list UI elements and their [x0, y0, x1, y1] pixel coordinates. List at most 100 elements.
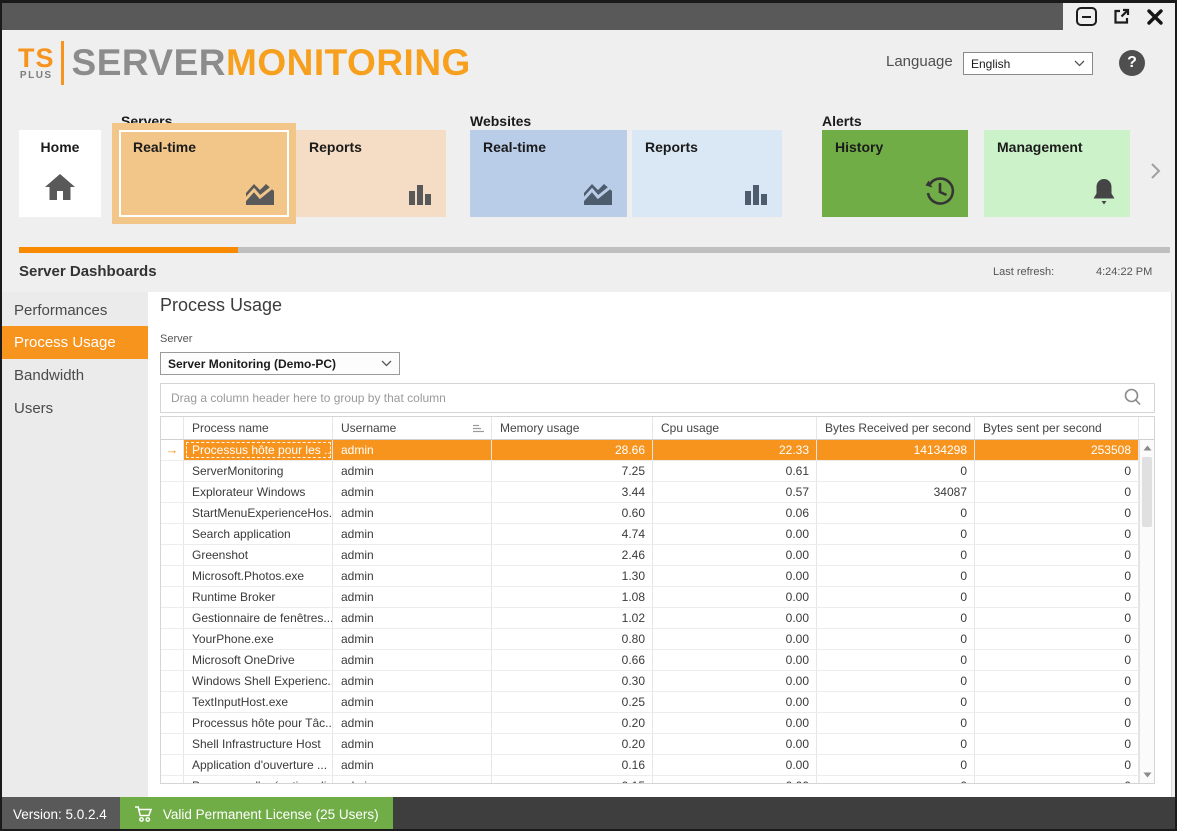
- cell-bytes-sent[interactable]: 0: [975, 692, 1139, 712]
- tab-home[interactable]: Home: [19, 130, 101, 217]
- cell-process-name[interactable]: ServerMonitoring: [184, 461, 333, 481]
- cell-process-name[interactable]: Windows Shell Experienc...: [184, 671, 333, 691]
- cell-memory-usage[interactable]: 3.44: [492, 482, 653, 502]
- cell-cpu-usage[interactable]: 0.00: [653, 755, 817, 775]
- tab-servers-reports[interactable]: Reports: [296, 130, 446, 217]
- cell-username[interactable]: admin: [333, 503, 492, 523]
- cell-memory-usage[interactable]: 0.20: [492, 713, 653, 733]
- column-header-username[interactable]: Username: [333, 417, 492, 439]
- cell-username[interactable]: admin: [333, 587, 492, 607]
- table-row[interactable]: →Processus hôte pour les ...admin28.6622…: [161, 440, 1154, 461]
- cell-process-name[interactable]: Microsoft.Photos.exe: [184, 566, 333, 586]
- cell-process-name[interactable]: Gestionnaire de fenêtres...: [184, 608, 333, 628]
- tab-alerts-history[interactable]: History: [822, 130, 968, 217]
- table-row[interactable]: Shell Infrastructure Hostadmin0.200.0000: [161, 734, 1154, 755]
- group-by-drop-area[interactable]: Drag a column header here to group by th…: [160, 383, 1155, 413]
- cell-bytes-received[interactable]: 14134298: [817, 440, 975, 460]
- cell-memory-usage[interactable]: 0.60: [492, 503, 653, 523]
- cell-bytes-received[interactable]: 0: [817, 692, 975, 712]
- cell-process-name[interactable]: Processus hôte pour Tâc...: [184, 713, 333, 733]
- column-header-bytes-received[interactable]: Bytes Received per second: [817, 417, 975, 439]
- cell-username[interactable]: admin: [333, 461, 492, 481]
- cell-bytes-sent[interactable]: 0: [975, 566, 1139, 586]
- table-row[interactable]: Explorateur Windowsadmin3.440.57340870: [161, 482, 1154, 503]
- cell-bytes-received[interactable]: 0: [817, 650, 975, 670]
- cell-username[interactable]: admin: [333, 545, 492, 565]
- cell-username[interactable]: admin: [333, 713, 492, 733]
- cell-memory-usage[interactable]: 0.16: [492, 755, 653, 775]
- scroll-down-button[interactable]: [1140, 768, 1154, 782]
- cell-memory-usage[interactable]: 0.15: [492, 776, 653, 783]
- cell-cpu-usage[interactable]: 0.00: [653, 692, 817, 712]
- table-row[interactable]: Microsoft.Photos.exeadmin1.300.0000: [161, 566, 1154, 587]
- cell-bytes-received[interactable]: 0: [817, 734, 975, 754]
- table-row[interactable]: Windows Shell Experienc...admin0.300.000…: [161, 671, 1154, 692]
- table-row[interactable]: Runtime Brokeradmin1.080.0000: [161, 587, 1154, 608]
- cell-bytes-received[interactable]: 0: [817, 755, 975, 775]
- cell-memory-usage[interactable]: 1.08: [492, 587, 653, 607]
- cell-process-name[interactable]: StartMenuExperienceHos...: [184, 503, 333, 523]
- cell-cpu-usage[interactable]: 0.00: [653, 650, 817, 670]
- cell-bytes-received[interactable]: 0: [817, 524, 975, 544]
- tab-websites-reports[interactable]: Reports: [632, 130, 782, 217]
- tab-servers-realtime[interactable]: Real-time: [112, 123, 296, 224]
- scroll-up-button[interactable]: [1140, 441, 1154, 455]
- cell-bytes-sent[interactable]: 0: [975, 776, 1139, 783]
- cell-memory-usage[interactable]: 1.02: [492, 608, 653, 628]
- cell-bytes-sent[interactable]: 0: [975, 503, 1139, 523]
- cell-cpu-usage[interactable]: 0.00: [653, 545, 817, 565]
- cell-process-name[interactable]: Processus hôte pour les ...: [184, 440, 333, 460]
- cell-cpu-usage[interactable]: 0.00: [653, 629, 817, 649]
- cell-username[interactable]: admin: [333, 440, 492, 460]
- cell-process-name[interactable]: Processus d'exécution cli...: [184, 776, 333, 783]
- cell-bytes-sent[interactable]: 0: [975, 608, 1139, 628]
- cell-bytes-received[interactable]: 0: [817, 608, 975, 628]
- cell-bytes-received[interactable]: 0: [817, 503, 975, 523]
- cell-username[interactable]: admin: [333, 482, 492, 502]
- cell-memory-usage[interactable]: 4.74: [492, 524, 653, 544]
- table-row[interactable]: Processus hôte pour Tâc...admin0.200.000…: [161, 713, 1154, 734]
- cell-process-name[interactable]: YourPhone.exe: [184, 629, 333, 649]
- cell-memory-usage[interactable]: 28.66: [492, 440, 653, 460]
- cell-process-name[interactable]: Greenshot: [184, 545, 333, 565]
- cell-process-name[interactable]: Application d'ouverture ...: [184, 755, 333, 775]
- cell-bytes-received[interactable]: 0: [817, 713, 975, 733]
- tab-alerts-management[interactable]: Management: [984, 130, 1130, 217]
- cell-bytes-sent[interactable]: 0: [975, 629, 1139, 649]
- table-vertical-scrollbar[interactable]: [1139, 440, 1154, 783]
- close-button[interactable]: [1146, 8, 1164, 26]
- cell-memory-usage[interactable]: 1.30: [492, 566, 653, 586]
- cell-username[interactable]: admin: [333, 692, 492, 712]
- cell-cpu-usage[interactable]: 0.00: [653, 671, 817, 691]
- table-row[interactable]: Processus d'exécution cli...admin0.150.0…: [161, 776, 1154, 783]
- cell-bytes-sent[interactable]: 0: [975, 545, 1139, 565]
- cell-process-name[interactable]: Shell Infrastructure Host: [184, 734, 333, 754]
- column-header-memory-usage[interactable]: Memory usage: [492, 417, 653, 439]
- tab-websites-realtime[interactable]: Real-time: [470, 130, 627, 217]
- cell-bytes-sent[interactable]: 0: [975, 734, 1139, 754]
- cell-bytes-received[interactable]: 0: [817, 566, 975, 586]
- table-row[interactable]: Application d'ouverture ...admin0.160.00…: [161, 755, 1154, 776]
- cell-process-name[interactable]: Microsoft OneDrive: [184, 650, 333, 670]
- open-external-button[interactable]: [1112, 7, 1131, 26]
- table-row[interactable]: Greenshotadmin2.460.0000: [161, 545, 1154, 566]
- language-select[interactable]: English: [963, 52, 1093, 75]
- column-header-bytes-sent[interactable]: Bytes sent per second: [975, 417, 1139, 439]
- cell-process-name[interactable]: TextInputHost.exe: [184, 692, 333, 712]
- column-header-process-name[interactable]: Process name: [184, 417, 333, 439]
- cell-username[interactable]: admin: [333, 524, 492, 544]
- cell-cpu-usage[interactable]: 0.00: [653, 776, 817, 783]
- table-row[interactable]: StartMenuExperienceHos...admin0.600.0600: [161, 503, 1154, 524]
- table-row[interactable]: ServerMonitoringadmin7.250.6100: [161, 461, 1154, 482]
- table-row[interactable]: Gestionnaire de fenêtres...admin1.020.00…: [161, 608, 1154, 629]
- search-icon[interactable]: [1122, 387, 1144, 409]
- cell-bytes-sent[interactable]: 0: [975, 587, 1139, 607]
- cell-memory-usage[interactable]: 0.20: [492, 734, 653, 754]
- cell-process-name[interactable]: Explorateur Windows: [184, 482, 333, 502]
- cell-username[interactable]: admin: [333, 734, 492, 754]
- column-header-cpu-usage[interactable]: Cpu usage: [653, 417, 817, 439]
- cell-bytes-sent[interactable]: 0: [975, 461, 1139, 481]
- cell-cpu-usage[interactable]: 0.00: [653, 734, 817, 754]
- cell-bytes-received[interactable]: 0: [817, 671, 975, 691]
- nav-scroll-right-button[interactable]: [1150, 162, 1161, 180]
